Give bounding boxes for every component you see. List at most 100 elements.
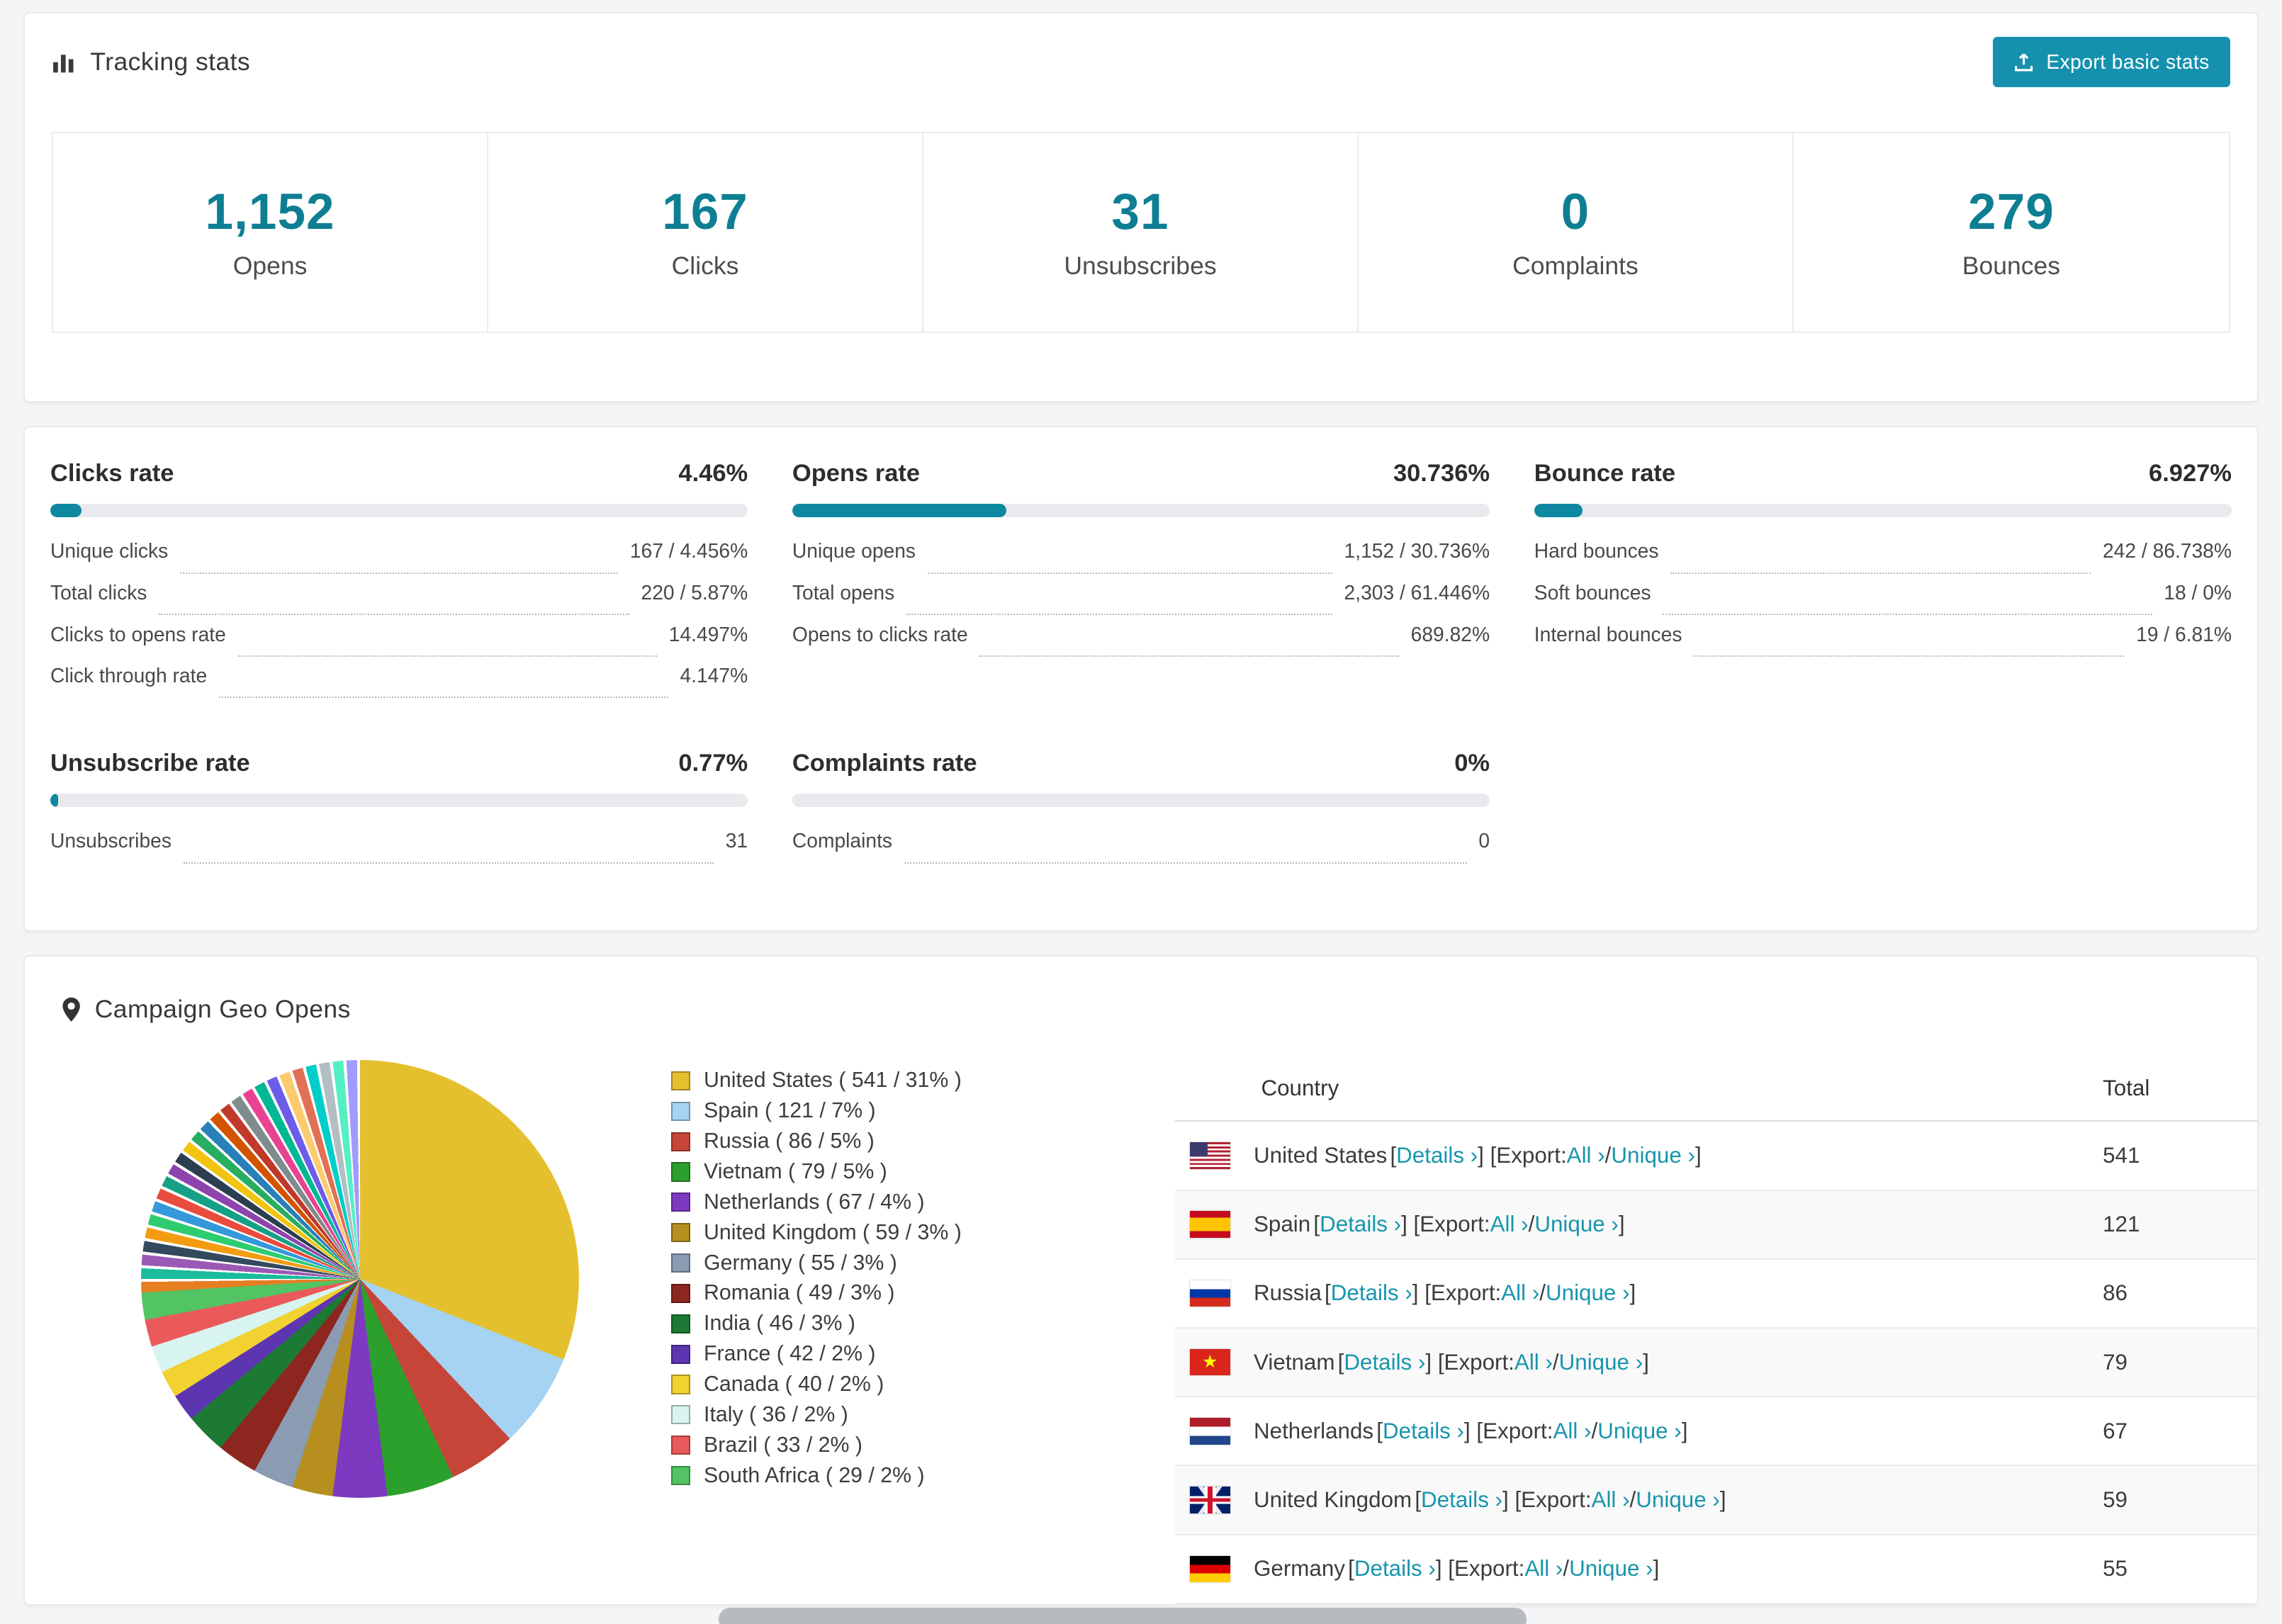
stat-label: Opens [232,251,308,280]
legend-label: Germany ( 55 / 3% ) [704,1251,897,1275]
ru-flag-icon [1190,1280,1230,1307]
country-name: United States [1254,1143,1388,1168]
country-total: 67 [2103,1418,2128,1443]
stat-box-unsubscribes: 31 Unsubscribes [923,132,1359,332]
bar-chart-icon [52,50,77,74]
country-cell: Russia [Details ›] [Export: All › / Uniq… [1175,1280,2103,1307]
rate-percentage: 4.46% [678,460,748,487]
legend-item-spain: Spain ( 121 / 7% ) [671,1096,1045,1127]
progress-bar-track [50,794,748,808]
rate-stat-label: Complaints [792,829,893,852]
bracket-text: [ [1390,1143,1397,1168]
rate-stat-value: 242 / 86.738% [2102,539,2232,563]
details-link[interactable]: Details › [1354,1556,1436,1581]
country-name: Netherlands [1254,1418,1374,1443]
geo-pie-legend: United States ( 541 / 31% ) Spain ( 121 /… [671,1066,1045,1491]
legend-color-swatch [671,1101,691,1121]
export-all-link[interactable]: All › [1514,1350,1553,1375]
export-unique-link[interactable]: Unique › [1636,1487,1720,1513]
rates-card: Clicks rate 4.46% Unique clicks 167 / 4.456… [23,426,2259,932]
stat-value: 31 [1111,184,1169,241]
export-unique-link[interactable]: Unique › [1534,1212,1619,1237]
export-unique-link[interactable]: Unique › [1611,1143,1695,1168]
rate-block-clicks-rate: Clicks rate 4.46% Unique clicks 167 / 4.456… [50,460,748,705]
rate-block-opens-rate: Opens rate 30.736% Unique opens 1,152 / 30.… [792,460,1490,705]
export-unique-link[interactable]: Unique › [1597,1419,1682,1444]
dotted-leader [237,655,658,657]
legend-label: Vietnam ( 79 / 5% ) [704,1159,887,1183]
bracket-text: [ [1337,1349,1344,1375]
rate-stat-row: Complaints 0 [792,829,1490,871]
vn-flag-icon [1190,1348,1230,1376]
legend-color-swatch [671,1375,691,1394]
slash-text: / [1591,1418,1598,1443]
rate-percentage: 0% [1454,750,1490,777]
rate-percentage: 6.927% [2149,460,2232,487]
geo-table-row-vietnam: Vietnam [Details ›] [Export: All › / Uni… [1175,1329,2257,1398]
dotted-leader [183,862,714,864]
export-all-link[interactable]: All › [1553,1419,1591,1444]
bracket-text: ] [Export: [1464,1418,1553,1443]
rate-stat-label: Total clicks [50,580,147,604]
bracket-text: ] [1653,1556,1660,1581]
stat-value: 1,152 [205,184,335,241]
rate-stat-value: 19 / 6.81% [2136,622,2232,645]
horizontal-scrollbar-thumb[interactable] [719,1607,1527,1624]
bracket-text: ] [Export: [1478,1143,1567,1168]
stat-box-complaints: 0 Complaints [1359,132,1794,332]
dotted-leader [1663,614,2152,616]
tracking-stats-page: Tracking stats Export basic stats 1,152 O… [0,0,2282,1624]
rate-stat-value: 689.82% [1410,622,1490,645]
legend-color-swatch [671,1223,691,1243]
legend-item-netherlands: Netherlands ( 67 / 4% ) [671,1187,1045,1217]
geo-table-row-united-states: United States [Details ›] [Export: All ›… [1175,1122,2257,1191]
details-link[interactable]: Details › [1320,1212,1401,1237]
rate-stat-label: Unique opens [792,539,916,563]
details-link[interactable]: Details › [1396,1143,1478,1168]
export-all-link[interactable]: All › [1567,1143,1605,1168]
export-all-link[interactable]: All › [1501,1280,1539,1306]
legend-color-swatch [671,1436,691,1455]
slash-text: / [1539,1280,1546,1306]
stat-label: Complaints [1512,251,1639,280]
dotted-leader [179,572,619,574]
rate-stat-value: 167 / 4.456% [629,539,748,563]
geo-table-header-row: Country Total [1175,1056,2257,1122]
export-all-link[interactable]: All › [1490,1212,1529,1237]
export-all-link[interactable]: All › [1592,1487,1630,1513]
legend-color-swatch [671,1283,691,1303]
details-link[interactable]: Details › [1383,1419,1464,1444]
dotted-leader [927,572,1332,574]
es-flag-icon [1190,1211,1230,1239]
bracket-text: [ [1313,1212,1320,1237]
slash-text: / [1604,1143,1612,1168]
country-total: 121 [2103,1212,2140,1237]
export-all-link[interactable]: All › [1524,1556,1563,1581]
details-link[interactable]: Details › [1331,1280,1412,1306]
dotted-leader [904,862,1467,864]
legend-label: Canada ( 40 / 2% ) [704,1372,884,1396]
rate-title: Complaints rate [792,750,977,777]
legend-item-italy: Italy ( 36 / 2% ) [671,1399,1045,1430]
stat-value: 0 [1561,184,1590,241]
legend-label: Russia ( 86 / 5% ) [704,1129,875,1154]
details-link[interactable]: Details › [1344,1350,1425,1375]
export-unique-link[interactable]: Unique › [1569,1556,1653,1581]
export-unique-link[interactable]: Unique › [1559,1350,1643,1375]
stat-label: Clicks [671,251,739,280]
bracket-text: ] [Export: [1435,1556,1525,1581]
progress-bar-fill [1534,504,1583,518]
legend-item-canada: Canada ( 40 / 2% ) [671,1370,1045,1400]
export-unique-link[interactable]: Unique › [1546,1280,1630,1306]
nl-flag-icon [1190,1418,1230,1445]
rate-block-bounce-rate: Bounce rate 6.927% Hard bounces 242 / 86.73… [1534,460,2232,705]
country-name: Spain [1254,1212,1311,1237]
tracking-stats-card: Tracking stats Export basic stats 1,152 O… [23,11,2259,402]
geo-opens-pie-chart [140,1059,580,1499]
legend-item-germany: Germany ( 55 / 3% ) [671,1248,1045,1278]
details-link[interactable]: Details › [1421,1487,1502,1513]
country-cell: Spain [Details ›] [Export: All › / Uniqu… [1175,1211,2103,1239]
export-basic-stats-button[interactable]: Export basic stats [1993,37,2230,87]
legend-color-swatch [671,1253,691,1273]
rate-stat-row: Hard bounces 242 / 86.738% [1534,539,2232,581]
